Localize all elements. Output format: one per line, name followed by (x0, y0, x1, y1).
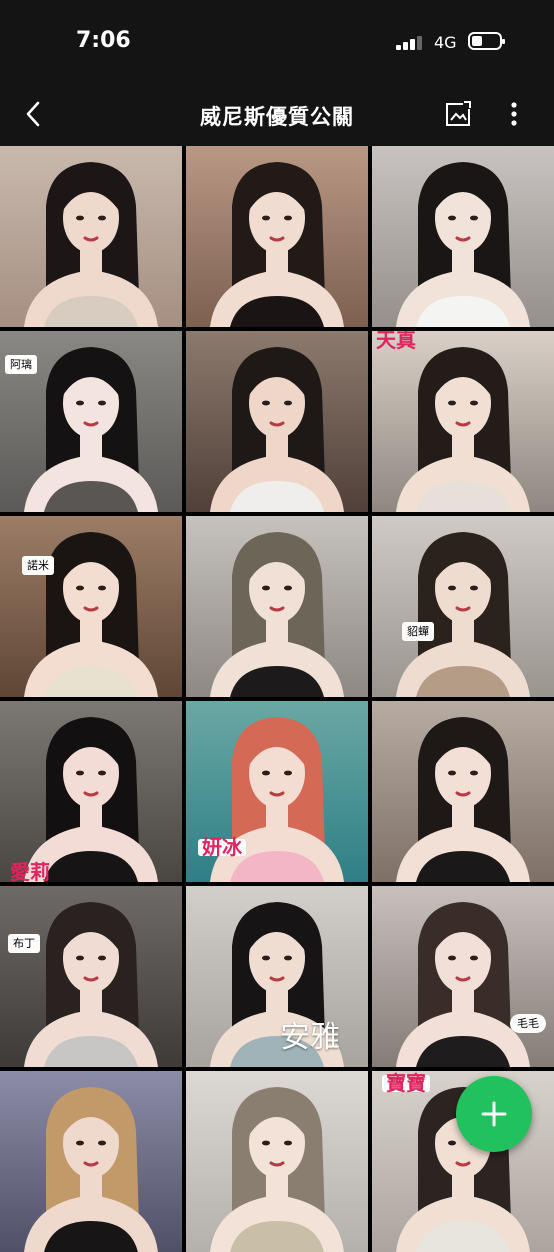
status-time: 7:06 (76, 28, 131, 53)
portrait-photo (0, 886, 182, 1067)
photo-tile[interactable]: 貂蟬 (372, 516, 554, 697)
add-button[interactable] (456, 1076, 532, 1152)
photo-name-label: 寶寶 (382, 1073, 430, 1093)
portrait-photo (372, 701, 554, 882)
back-icon[interactable] (20, 98, 48, 130)
photo-tile[interactable]: 安雅 (186, 886, 368, 1067)
album-icon[interactable] (444, 99, 474, 129)
photo-tile[interactable]: 毛毛 (372, 886, 554, 1067)
photo-tile[interactable]: 愛莉 (0, 701, 182, 882)
network-type: 4G (434, 33, 457, 52)
portrait-photo (0, 1071, 182, 1252)
photo-tile[interactable] (372, 146, 554, 327)
photo-tile[interactable] (186, 146, 368, 327)
portrait-photo (372, 146, 554, 327)
photo-name-label: 天真 (376, 331, 416, 352)
photo-name-label: 布丁 (8, 934, 40, 953)
photo-name-label: 阿璃 (5, 355, 37, 374)
portrait-photo (186, 331, 368, 512)
photo-name-label: 毛毛 (510, 1014, 546, 1033)
portrait-photo (186, 886, 368, 1067)
photo-tile[interactable]: 諾米 (0, 516, 182, 697)
photo-tile[interactable] (0, 146, 182, 327)
portrait-photo (372, 516, 554, 697)
photo-tile[interactable] (186, 331, 368, 512)
more-vertical-icon[interactable] (504, 98, 524, 130)
signal-icon (396, 36, 426, 50)
portrait-photo (186, 146, 368, 327)
portrait-photo (372, 331, 554, 512)
portrait-photo (372, 886, 554, 1067)
plus-icon (481, 1101, 507, 1127)
photo-tile[interactable] (372, 701, 554, 882)
photo-name-label: 愛莉 (10, 860, 50, 882)
portrait-photo (0, 516, 182, 697)
photo-tile[interactable]: 阿璃 (0, 331, 182, 512)
photo-tile[interactable] (186, 1071, 368, 1252)
photo-name-label: 妍冰 (198, 837, 246, 857)
page-title: 威尼斯優質公關 (200, 105, 354, 129)
nav-bar: 威尼斯優質公關 (0, 84, 554, 146)
photo-tile[interactable]: 天真 (372, 331, 554, 512)
photo-tile[interactable] (186, 516, 368, 697)
photo-name-label: 貂蟬 (402, 622, 434, 641)
portrait-photo (0, 701, 182, 882)
battery-icon (468, 32, 505, 50)
portrait-photo (0, 146, 182, 327)
portrait-photo (186, 516, 368, 697)
portrait-photo (186, 1071, 368, 1252)
photo-name-label: 諾米 (22, 556, 54, 575)
photo-tile[interactable] (0, 1071, 182, 1252)
status-bar: 7:06 4G (0, 0, 554, 84)
photo-name-label: 安雅 (280, 1020, 340, 1055)
photo-tile[interactable]: 妍冰 (186, 701, 368, 882)
photo-tile[interactable]: 布丁 (0, 886, 182, 1067)
